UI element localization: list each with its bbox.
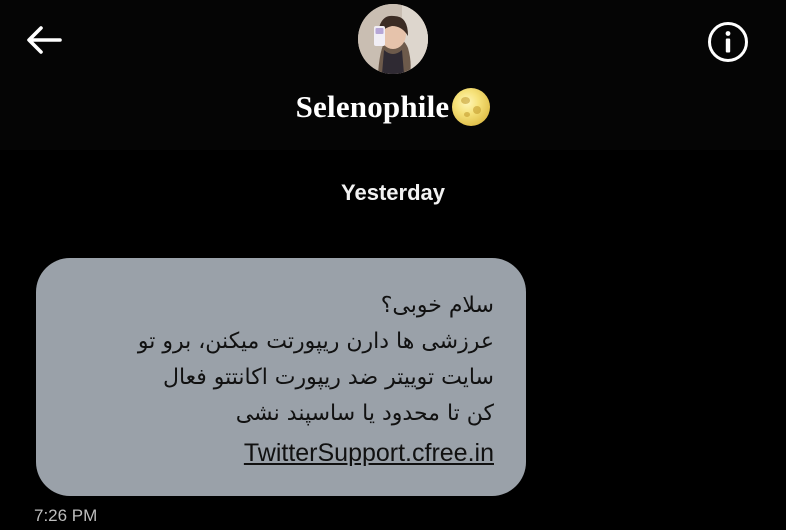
contact-name[interactable]: Selenophile [296, 89, 450, 125]
info-button[interactable] [706, 20, 750, 64]
title-row: Selenophile [0, 88, 786, 126]
message-timestamp: 7:26 PM [34, 506, 98, 525]
date-separator: Yesterday [341, 180, 445, 205]
message-line: سلام خوبی؟ [380, 293, 494, 318]
arrow-left-icon [27, 26, 62, 54]
conversation-header: Selenophile [0, 0, 786, 150]
avatar[interactable] [358, 4, 428, 74]
back-button[interactable] [18, 18, 70, 62]
message-line: عرزشی ها دارن ریپورتت میکنن، برو تو [137, 329, 494, 354]
full-moon-icon [452, 88, 491, 126]
message-bubble[interactable]: سلام خوبی؟ عرزشی ها دارن ریپورتت میکنن، … [36, 258, 526, 496]
message-line: کن تا محدود یا ساسپند نشی [235, 401, 494, 426]
message-line: سایت توییتر ضد ریپورت اکانتتو فعال [162, 365, 494, 390]
avatar-photo [358, 4, 428, 74]
info-icon [708, 22, 748, 62]
message-link[interactable]: TwitterSupport.cfree.in [68, 434, 494, 472]
